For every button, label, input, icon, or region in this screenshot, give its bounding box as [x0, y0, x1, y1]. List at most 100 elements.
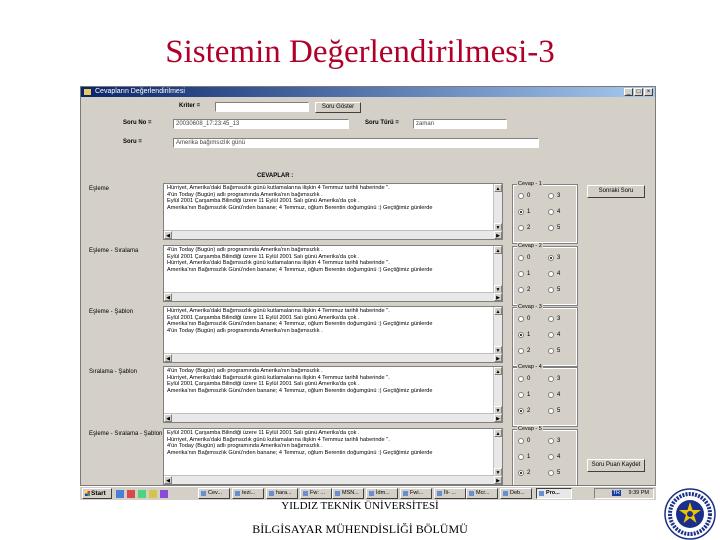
scroll-up-icon[interactable]: ▲	[494, 246, 502, 254]
soru-turu-field[interactable]: zaman	[413, 119, 507, 129]
score-radio-option[interactable]: 0	[518, 316, 530, 322]
answer-textbox[interactable]: 4'ün Today (Bugün) adlı programında Amer…	[163, 366, 503, 423]
vertical-scrollbar[interactable]: ▲ ▼	[493, 429, 502, 476]
scroll-right-icon[interactable]: ▶	[494, 231, 502, 239]
vertical-scrollbar[interactable]: ▲ ▼	[493, 184, 502, 231]
radio-button[interactable]	[548, 316, 554, 322]
radio-button[interactable]	[548, 348, 554, 354]
score-radio-option[interactable]: 3	[548, 376, 560, 382]
radio-button[interactable]	[548, 225, 554, 231]
radio-button[interactable]	[518, 470, 524, 476]
mail-icon[interactable]	[138, 490, 146, 498]
taskbar-button[interactable]: İli- ...	[434, 488, 466, 499]
radio-button[interactable]	[518, 287, 524, 293]
score-radio-option[interactable]: 5	[548, 225, 560, 231]
radio-button[interactable]	[518, 454, 524, 460]
messenger-icon[interactable]	[160, 490, 168, 498]
soru-field[interactable]: Amerika bağımsızlık günü	[173, 138, 539, 148]
taskbar-button[interactable]: MSN...	[332, 488, 364, 499]
radio-button[interactable]	[548, 271, 554, 277]
horizontal-scrollbar[interactable]: ◀ ▶	[164, 353, 502, 362]
taskbar-button[interactable]: Mcr...	[466, 488, 498, 499]
taskbar-button[interactable]: Fwi...	[400, 488, 432, 499]
desktop-icon[interactable]	[116, 490, 124, 498]
radio-button[interactable]	[518, 408, 524, 414]
horizontal-scrollbar[interactable]: ◀ ▶	[164, 292, 502, 301]
radio-button[interactable]	[518, 271, 524, 277]
soru-goster-button[interactable]: Soru Göster	[315, 102, 361, 113]
radio-button[interactable]	[548, 438, 554, 444]
taskbar-button[interactable]: tezi...	[232, 488, 264, 499]
score-radio-option[interactable]: 1	[518, 209, 530, 215]
score-radio-option[interactable]: 4	[548, 454, 560, 460]
taskbar-button[interactable]: Cev...	[198, 488, 230, 499]
radio-button[interactable]	[548, 392, 554, 398]
scroll-up-icon[interactable]: ▲	[494, 429, 502, 437]
scroll-right-icon[interactable]: ▶	[494, 354, 502, 362]
radio-button[interactable]	[518, 225, 524, 231]
radio-button[interactable]	[518, 438, 524, 444]
score-radio-option[interactable]: 3	[548, 193, 560, 199]
scroll-up-icon[interactable]: ▲	[494, 367, 502, 375]
taskbar-button[interactable]: Fw: ...	[300, 488, 332, 499]
media-icon[interactable]	[149, 490, 157, 498]
radio-button[interactable]	[518, 348, 524, 354]
score-radio-option[interactable]: 5	[548, 408, 560, 414]
score-radio-option[interactable]: 0	[518, 193, 530, 199]
close-button[interactable]: ×	[644, 88, 653, 96]
kriter-input[interactable]	[215, 102, 309, 112]
score-radio-option[interactable]: 3	[548, 255, 560, 261]
vertical-scrollbar[interactable]: ▲ ▼	[493, 307, 502, 354]
radio-button[interactable]	[518, 255, 524, 261]
scroll-left-icon[interactable]: ◀	[164, 231, 172, 239]
soru-no-field[interactable]: 20030608_17:23:45_13	[173, 119, 349, 129]
score-radio-option[interactable]: 3	[548, 316, 560, 322]
taskbar-button[interactable]: Pro...	[536, 488, 572, 499]
horizontal-scrollbar[interactable]: ◀ ▶	[164, 230, 502, 239]
score-radio-option[interactable]: 1	[518, 392, 530, 398]
score-radio-option[interactable]: 0	[518, 438, 530, 444]
score-radio-option[interactable]: 0	[518, 376, 530, 382]
score-radio-option[interactable]: 4	[548, 209, 560, 215]
radio-button[interactable]	[518, 209, 524, 215]
vertical-scrollbar[interactable]: ▲ ▼	[493, 367, 502, 414]
score-radio-option[interactable]: 5	[548, 287, 560, 293]
taskbar-button[interactable]: Deb...	[500, 488, 532, 499]
radio-button[interactable]	[548, 209, 554, 215]
soru-puan-kaydet-button[interactable]: Soru Puan Kaydet	[587, 459, 645, 472]
score-radio-option[interactable]: 2	[518, 470, 530, 476]
language-indicator[interactable]: TR	[611, 490, 621, 496]
vertical-scrollbar[interactable]: ▲ ▼	[493, 246, 502, 293]
radio-button[interactable]	[548, 470, 554, 476]
radio-button[interactable]	[548, 376, 554, 382]
radio-button[interactable]	[548, 193, 554, 199]
score-radio-option[interactable]: 4	[548, 271, 560, 277]
scroll-right-icon[interactable]: ▶	[494, 476, 502, 484]
score-radio-option[interactable]: 2	[518, 348, 530, 354]
answer-textbox[interactable]: Eylül 2001 Çarşamba Bilindiği üzere 11 E…	[163, 428, 503, 485]
score-radio-option[interactable]: 3	[548, 438, 560, 444]
score-radio-option[interactable]: 0	[518, 255, 530, 261]
scroll-left-icon[interactable]: ◀	[164, 354, 172, 362]
maximize-button[interactable]: □	[634, 88, 643, 96]
minimize-button[interactable]: _	[624, 88, 633, 96]
score-radio-option[interactable]: 2	[518, 408, 530, 414]
scroll-left-icon[interactable]: ◀	[164, 476, 172, 484]
radio-button[interactable]	[548, 255, 554, 261]
score-radio-option[interactable]: 1	[518, 332, 530, 338]
score-radio-option[interactable]: 4	[548, 392, 560, 398]
score-radio-option[interactable]: 5	[548, 470, 560, 476]
score-radio-option[interactable]: 4	[548, 332, 560, 338]
horizontal-scrollbar[interactable]: ◀ ▶	[164, 413, 502, 422]
score-radio-option[interactable]: 2	[518, 287, 530, 293]
score-radio-option[interactable]: 2	[518, 225, 530, 231]
sonraki-soru-button[interactable]: Sonraki Soru	[587, 185, 645, 198]
scroll-up-icon[interactable]: ▲	[494, 307, 502, 315]
radio-button[interactable]	[548, 332, 554, 338]
radio-button[interactable]	[548, 454, 554, 460]
browser-icon[interactable]	[127, 490, 135, 498]
horizontal-scrollbar[interactable]: ◀ ▶	[164, 475, 502, 484]
scroll-right-icon[interactable]: ▶	[494, 293, 502, 301]
radio-button[interactable]	[518, 392, 524, 398]
radio-button[interactable]	[518, 193, 524, 199]
